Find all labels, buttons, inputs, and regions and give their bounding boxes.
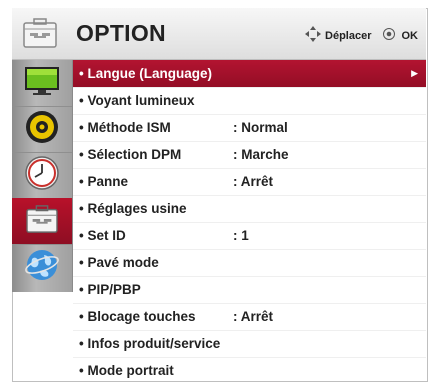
menu-item-label: • Mode portrait [79,363,174,378]
ok-button-icon [382,27,399,44]
menu-item-value: : 1 [233,228,249,243]
menu-item-label: • Set ID [79,228,126,243]
page-title: OPTION [76,20,166,46]
menu-item-value: : Arrêt [233,309,274,324]
menu-item-label: • Voyant lumineux [79,93,195,108]
menu-item-fail-over[interactable]: • Panne : Arrêt [73,169,426,196]
option-list: • Langue (Language) ▶ • Voyant lumineux … [73,60,426,384]
menu-item-dpm-select[interactable]: • Sélection DPM : Marche [73,142,426,169]
category-sidebar [12,60,73,292]
menu-item-key-lock[interactable]: • Blocage touches : Arrêt [73,304,426,331]
picture-icon [22,65,62,102]
move-label: Déplacer [325,29,372,42]
menu-item-label: • Langue (Language) [79,66,212,81]
menu-item-label: • Réglages usine [79,201,187,216]
menu-item-language[interactable]: • Langue (Language) ▶ [73,60,426,88]
sidebar-item-audio[interactable] [12,106,72,153]
menu-item-label: • PIP/PBP [79,282,141,297]
menu-item-factory-reset[interactable]: • Réglages usine [73,196,426,223]
menu-item-label: • Panne [79,174,128,189]
menu-item-label: • Pavé mode [79,255,159,270]
menu-header: OPTION Déplacer OK [12,8,426,60]
globe-icon [24,247,60,288]
toolbox-icon [25,204,59,239]
menu-item-label: • Infos produit/service [79,336,221,351]
menu-item-set-id[interactable]: • Set ID : 1 [73,223,426,250]
sidebar-item-network[interactable] [12,244,72,290]
menu-item-tile-mode[interactable]: • Pavé mode [73,250,426,277]
menu-item-value: : Marche [233,147,289,162]
menu-item-label: • Blocage touches [79,309,196,324]
move-arrows-icon [304,25,325,46]
menu-item-label: • Sélection DPM [79,147,182,162]
submenu-arrow-icon: ▶ [411,68,418,78]
menu-item-value: : Arrêt [233,174,274,189]
menu-item-value: : Normal [233,120,288,135]
sidebar-item-picture[interactable] [12,60,72,107]
navigation-hint: Déplacer OK [304,25,418,46]
speaker-icon [24,109,60,150]
menu-item-label: • Méthode ISM [79,120,171,135]
sidebar-item-time[interactable] [12,152,72,199]
menu-item-pip-pbp[interactable]: • PIP/PBP [73,277,426,304]
menu-item-portrait-mode[interactable]: • Mode portrait [73,358,426,384]
ok-label: OK [401,29,419,42]
sidebar-item-option[interactable] [12,198,72,245]
menu-item-ism-method[interactable]: • Méthode ISM : Normal [73,115,426,142]
toolbox-icon [22,17,58,49]
menu-item-product-info[interactable]: • Infos produit/service [73,331,426,358]
clock-icon [24,155,60,196]
menu-item-power-indicator[interactable]: • Voyant lumineux [73,88,426,115]
